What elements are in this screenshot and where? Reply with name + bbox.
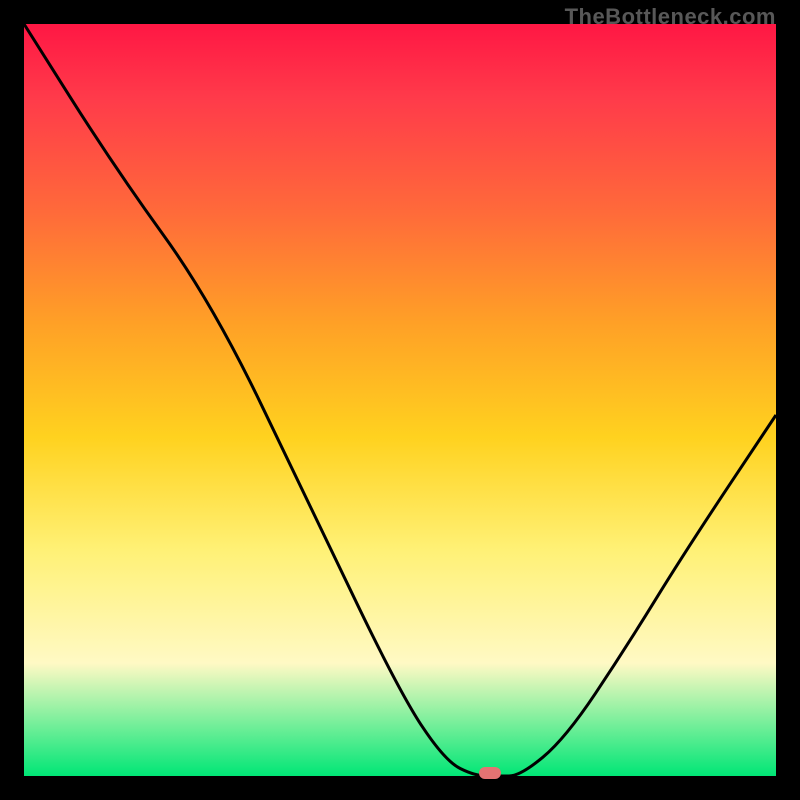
chart-curve xyxy=(24,24,776,776)
bottleneck-marker xyxy=(479,767,501,779)
